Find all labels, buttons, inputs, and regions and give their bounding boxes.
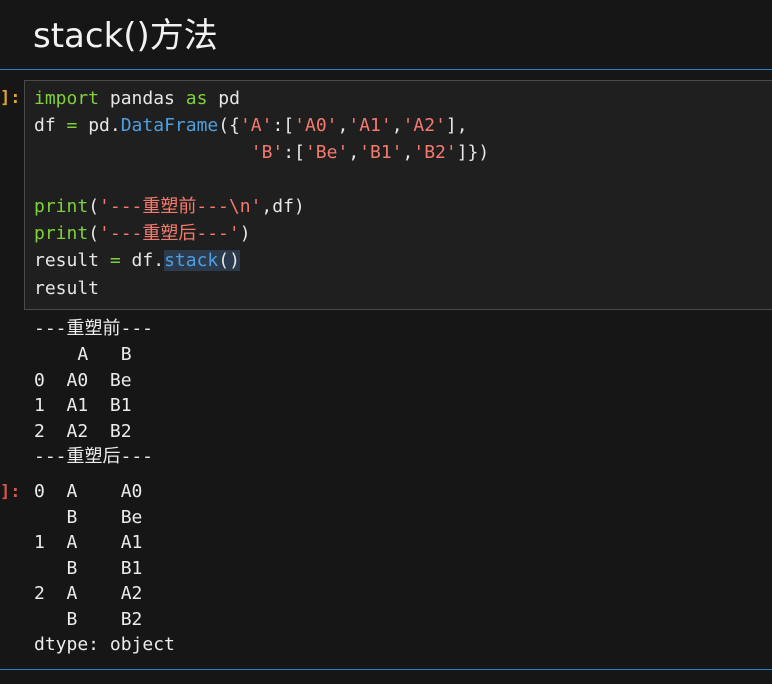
input-prompt: ]: [0,88,21,108]
code-token: ( [88,196,100,217]
code-line-result: result [34,276,99,302]
result-dtype: dtype: object [34,634,175,655]
code-token: , [391,115,403,136]
operator-assign: = [66,115,78,136]
code-token: , [337,115,349,136]
stdout-line: 2 A2 B2 [34,421,132,442]
code-line-stack: result = df.stack() [34,248,240,274]
keyword-as: as [185,88,208,109]
stdout-line: ---重塑后--- [34,446,154,467]
string-literal: 'A1' [348,115,392,136]
code-token: , [348,142,360,163]
code-token: ,df) [261,196,305,217]
result-line: B B1 [34,558,143,579]
operator-assign: = [109,250,121,271]
code-line-print-after: print('---重塑后---') [34,221,251,247]
string-literal: 'B2' [413,142,457,163]
string-literal: 'B' [250,142,284,163]
function-print: print [34,223,89,244]
code-token: ) [239,223,251,244]
result-line: 2 A A2 [34,583,143,604]
string-literal: 'A' [239,115,273,136]
code-token: ( [88,223,100,244]
cell-bottom-border [0,669,772,670]
code-line-import: import pandas as pd [34,86,240,112]
cell-top-border [0,69,772,70]
code-token: pd [207,88,240,109]
string-literal: 'A2' [402,115,446,136]
code-token: , [402,142,414,163]
stdout-line: 1 A1 B1 [34,395,132,416]
code-token: () [218,250,240,271]
code-token: result [34,250,110,271]
output-prompt: ]: [0,482,21,502]
code-line-dataframe: df = pd.DataFrame({'A':['A0','A1','A2'], [34,113,468,139]
stdout-line: ---重塑前--- [34,318,154,339]
code-line-dataframe-cont: 'B':['Be','B1','B2']}) [34,140,489,166]
code-token: ({ [218,115,240,136]
result-line: 1 A A1 [34,532,143,553]
string-literal: '---重塑前--- [99,196,229,217]
string-literal: 'A0' [294,115,338,136]
code-token: :[ [272,115,295,136]
string-literal: 'Be' [304,142,349,163]
code-token: ]}) [456,142,490,163]
function-dataframe: DataFrame [120,115,219,136]
code-token: result [34,278,100,299]
result-line: 0 A A0 [34,481,143,502]
code-token: df. [120,250,165,271]
result-line: B B2 [34,609,143,630]
code-token: pd. [77,115,121,136]
string-literal: 'B1' [359,142,403,163]
code-token: pandas [99,88,186,109]
keyword-import: import [34,88,100,109]
section-heading: stack()方法 [33,16,218,56]
escape-sequence: \n [228,196,251,217]
code-token: df [34,115,67,136]
result-line: B Be [34,507,143,528]
string-literal: '---重塑后---' [99,223,240,244]
function-print: print [34,196,89,217]
string-literal: ' [250,196,262,217]
code-token: :[ [283,142,305,163]
code-token: ], [445,115,468,136]
stdout-line: A B [34,344,132,365]
stdout-line: 0 A0 Be [34,370,132,391]
method-stack: stack [164,250,219,271]
code-line-print-before: print('---重塑前---\n',df) [34,194,305,220]
